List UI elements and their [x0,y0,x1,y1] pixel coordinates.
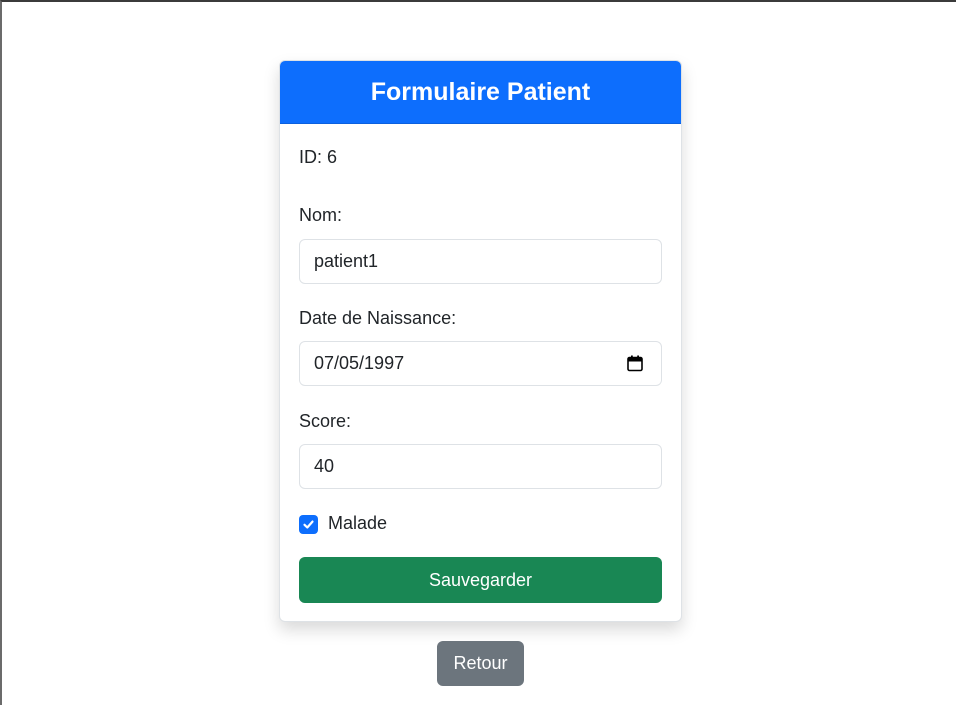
date-naissance-label: Date de Naissance: [299,308,457,328]
score-value: 40 [314,456,335,476]
save-button[interactable]: Sauvegarder [299,557,662,603]
score-label: Score: [299,411,352,431]
nom-label: Nom: [299,205,343,225]
score-input[interactable]: 40 [299,444,662,489]
malade-checkbox[interactable] [299,515,318,534]
nom-value: patient1 [314,251,379,271]
check-icon [303,520,314,529]
patient-form-card: Formulaire Patient ID: 6 Nom: patient1 D… [279,60,682,622]
date-naissance-value: 07/05/1997 [314,353,405,373]
back-button[interactable]: Retour [437,641,524,686]
date-naissance-input[interactable]: 07/05/1997 [299,341,662,386]
form-header: Formulaire Patient [280,61,681,124]
nom-input[interactable]: patient1 [299,239,662,284]
patient-id-text: ID: 6 [299,147,338,167]
form-title: Formulaire Patient [370,77,591,106]
calendar-icon[interactable] [627,355,643,372]
malade-label[interactable]: Malade [328,513,387,534]
